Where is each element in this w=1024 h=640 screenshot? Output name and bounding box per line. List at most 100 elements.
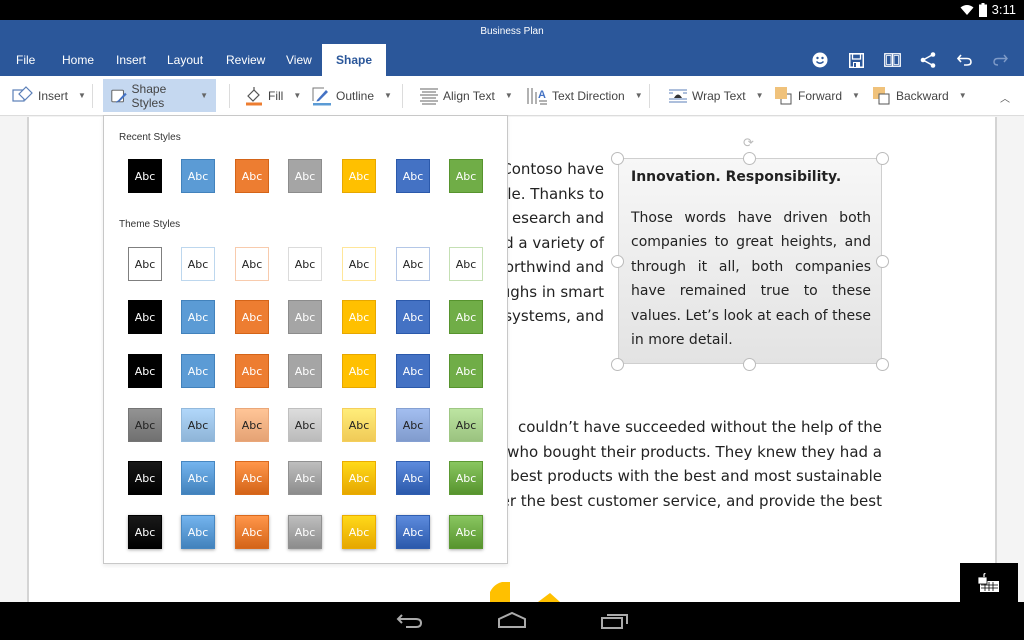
- theme-style-swatch[interactable]: Abc: [288, 515, 322, 549]
- chevron-down-icon: ▼: [384, 91, 392, 100]
- recent-style-swatch[interactable]: Abc: [396, 159, 430, 193]
- theme-style-swatch[interactable]: Abc: [288, 247, 322, 281]
- redo-icon[interactable]: [982, 44, 1018, 76]
- theme-style-swatch[interactable]: Abc: [342, 300, 376, 334]
- theme-style-swatch[interactable]: Abc: [235, 354, 269, 388]
- theme-style-swatch[interactable]: Abc: [128, 408, 162, 442]
- home-icon[interactable]: [497, 611, 527, 631]
- theme-style-swatch[interactable]: Abc: [288, 354, 322, 388]
- keyboard-toggle-button[interactable]: [960, 563, 1018, 602]
- insert-shape-button[interactable]: Insert ▼: [4, 79, 94, 112]
- undo-icon[interactable]: [946, 44, 982, 76]
- shape-styles-dropdown: Recent Styles Theme Styles Abc Abc Abc Abc A…: [103, 115, 508, 564]
- text-line: offer the best customer service, and pro…: [481, 491, 882, 510]
- bring-forward-button[interactable]: Forward ▼: [766, 79, 868, 112]
- share-icon[interactable]: [910, 44, 946, 76]
- read-mode-icon[interactable]: [874, 44, 910, 76]
- resize-handle-bottom-left[interactable]: [611, 358, 624, 371]
- resize-handle-bottom[interactable]: [743, 358, 756, 371]
- theme-style-swatch[interactable]: Abc: [128, 247, 162, 281]
- tab-shape[interactable]: Shape: [322, 44, 387, 76]
- align-text-button[interactable]: Align Text ▼: [411, 79, 521, 112]
- rotate-handle-icon[interactable]: ⟳: [743, 135, 754, 151]
- theme-styles-label: Theme Styles: [119, 219, 181, 230]
- theme-style-swatch[interactable]: Abc: [288, 461, 322, 495]
- recent-style-swatch[interactable]: Abc: [181, 159, 215, 193]
- recent-style-swatch[interactable]: Abc: [342, 159, 376, 193]
- theme-style-swatch[interactable]: Abc: [181, 408, 215, 442]
- theme-style-swatch[interactable]: Abc: [396, 300, 430, 334]
- theme-style-swatch[interactable]: Abc: [342, 408, 376, 442]
- theme-style-swatch[interactable]: Abc: [396, 461, 430, 495]
- recent-style-swatch[interactable]: Abc: [235, 159, 269, 193]
- theme-style-swatch[interactable]: Abc: [181, 354, 215, 388]
- tab-review[interactable]: Review: [212, 44, 279, 76]
- android-status-bar: 3:11: [0, 0, 1024, 20]
- tab-layout[interactable]: Layout: [153, 44, 217, 76]
- recents-icon[interactable]: [600, 611, 630, 631]
- theme-style-swatch[interactable]: Abc: [128, 354, 162, 388]
- collapse-ribbon-icon[interactable]: ︿: [1000, 90, 1010, 105]
- theme-style-swatch[interactable]: Abc: [235, 300, 269, 334]
- paint-bucket-icon: [246, 86, 262, 105]
- chevron-down-icon: ▼: [958, 91, 967, 100]
- back-icon[interactable]: [396, 611, 424, 631]
- theme-style-swatch[interactable]: Abc: [342, 515, 376, 549]
- theme-style-swatch[interactable]: Abc: [449, 515, 483, 549]
- theme-style-swatch[interactable]: Abc: [342, 247, 376, 281]
- theme-style-swatch[interactable]: Abc: [128, 515, 162, 549]
- save-icon[interactable]: [838, 44, 874, 76]
- smiley-feedback-icon[interactable]: [802, 44, 838, 76]
- theme-style-swatch[interactable]: Abc: [396, 515, 430, 549]
- send-backward-button[interactable]: Backward ▼: [864, 79, 975, 112]
- tab-view[interactable]: View: [272, 44, 326, 76]
- recent-style-swatch[interactable]: Abc: [449, 159, 483, 193]
- resize-handle-bottom-right[interactable]: [876, 358, 889, 371]
- resize-handle-top[interactable]: [743, 152, 756, 165]
- resize-handle-top-right[interactable]: [876, 152, 889, 165]
- wifi-icon: [960, 4, 974, 15]
- outline-button[interactable]: Outline ▼: [304, 79, 400, 112]
- theme-style-swatch[interactable]: Abc: [181, 247, 215, 281]
- theme-style-swatch[interactable]: Abc: [396, 247, 430, 281]
- resize-handle-top-left[interactable]: [611, 152, 624, 165]
- theme-style-swatch[interactable]: Abc: [181, 515, 215, 549]
- theme-style-swatch[interactable]: Abc: [288, 300, 322, 334]
- wrap-text-button[interactable]: Wrap Text ▼: [660, 79, 772, 112]
- insert-label: Insert: [38, 88, 69, 103]
- theme-style-swatch[interactable]: Abc: [181, 461, 215, 495]
- page-graphic-partial: [490, 582, 560, 602]
- ribbon-tabs: File Home Insert Layout Review View Shap…: [0, 44, 1024, 76]
- theme-style-swatch[interactable]: Abc: [449, 354, 483, 388]
- theme-style-swatch[interactable]: Abc: [342, 461, 376, 495]
- theme-style-swatch[interactable]: Abc: [449, 300, 483, 334]
- recent-style-swatch[interactable]: Abc: [288, 159, 322, 193]
- theme-style-swatch[interactable]: Abc: [235, 408, 269, 442]
- theme-style-swatch[interactable]: Abc: [235, 461, 269, 495]
- tab-home[interactable]: Home: [48, 44, 108, 76]
- outline-label: Outline: [336, 88, 375, 103]
- text-direction-button[interactable]: A Text Direction ▼: [518, 79, 651, 112]
- selected-text-box-shape[interactable]: Innovation. Responsibility. Those words …: [618, 158, 882, 364]
- align-text-label: Align Text: [443, 88, 495, 103]
- theme-style-swatch[interactable]: Abc: [235, 247, 269, 281]
- tab-file[interactable]: File: [2, 44, 49, 76]
- theme-style-swatch[interactable]: Abc: [288, 408, 322, 442]
- text-direction-icon: A: [527, 87, 547, 104]
- recent-style-swatch[interactable]: Abc: [128, 159, 162, 193]
- fill-button[interactable]: Fill ▼: [236, 79, 309, 112]
- theme-style-swatch[interactable]: Abc: [128, 300, 162, 334]
- resize-handle-left[interactable]: [611, 255, 624, 268]
- theme-style-swatch[interactable]: Abc: [449, 461, 483, 495]
- theme-style-swatch[interactable]: Abc: [449, 247, 483, 281]
- shape-styles-button[interactable]: Shape Styles ▼: [103, 79, 216, 112]
- resize-handle-right[interactable]: [876, 255, 889, 268]
- theme-style-swatch[interactable]: Abc: [235, 515, 269, 549]
- theme-style-swatch[interactable]: Abc: [396, 354, 430, 388]
- tab-insert[interactable]: Insert: [102, 44, 160, 76]
- theme-style-swatch[interactable]: Abc: [396, 408, 430, 442]
- theme-style-swatch[interactable]: Abc: [128, 461, 162, 495]
- theme-style-swatch[interactable]: Abc: [449, 408, 483, 442]
- theme-style-swatch[interactable]: Abc: [342, 354, 376, 388]
- theme-style-swatch[interactable]: Abc: [181, 300, 215, 334]
